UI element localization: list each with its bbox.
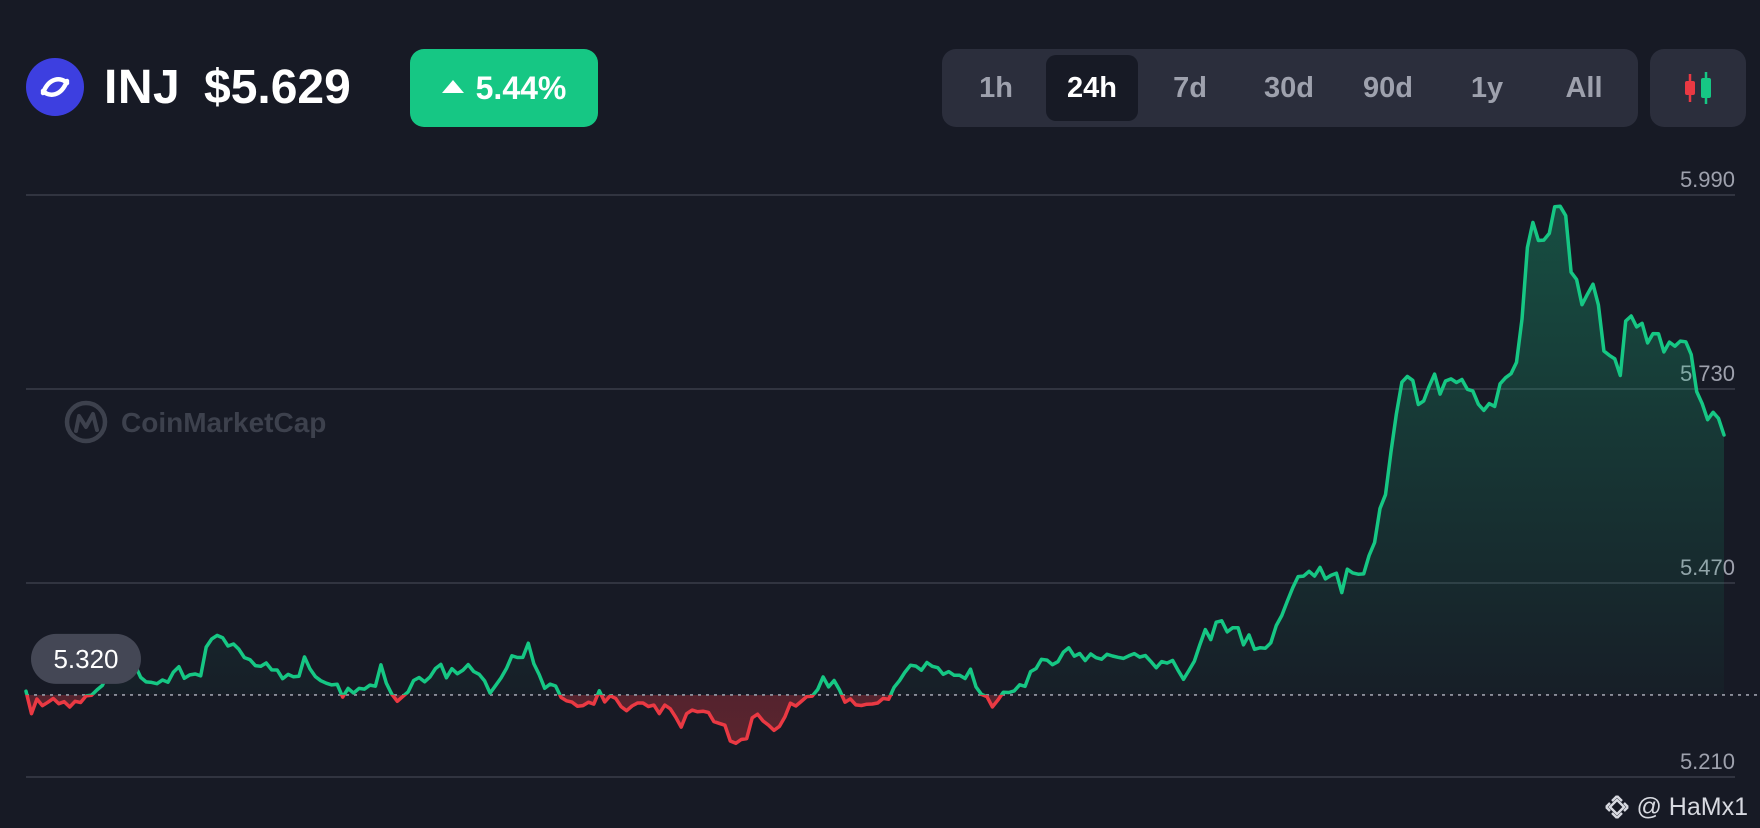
coinmarketcap-logo-icon <box>64 400 108 444</box>
y-tick-label: 5.210 <box>1680 749 1735 774</box>
coinmarketcap-watermark: CoinMarketCap <box>64 400 326 444</box>
open-price-tag-text: 5.320 <box>53 644 118 674</box>
price-chart: 5.990 5.730 5.470 5.210 CoinMarketCap 5.… <box>24 167 1760 778</box>
credit: @ HaMx1 <box>1604 792 1748 822</box>
watermark-text: CoinMarketCap <box>121 407 326 438</box>
y-tick-label: 5.990 <box>1680 167 1735 192</box>
area-fill-above-baseline <box>26 206 1724 695</box>
open-price-tag: 5.320 <box>31 633 141 684</box>
binance-diamond-icon <box>1605 795 1630 819</box>
credit-text: @ HaMx1 <box>1636 793 1748 821</box>
